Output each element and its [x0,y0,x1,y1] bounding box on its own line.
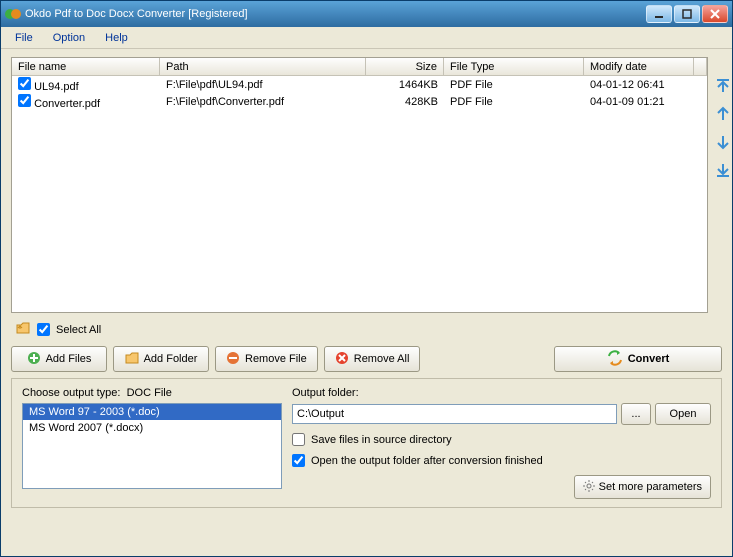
move-up-button[interactable] [714,105,732,123]
browse-button[interactable]: ... [621,403,651,425]
file-table[interactable]: File name Path Size File Type Modify dat… [11,57,708,313]
more-params-button[interactable]: Set more parameters [574,475,711,499]
add-files-button[interactable]: Add Files [11,346,107,372]
convert-label: Convert [628,353,670,365]
app-window: Okdo Pdf to Doc Docx Converter [Register… [0,0,733,557]
reorder-buttons [714,57,732,313]
menu-help[interactable]: Help [97,30,136,46]
action-buttons: Add Files Add Folder Remove File Remove … [11,346,722,372]
output-panel: Choose output type: DOC File MS Word 97 … [11,378,722,508]
table-row[interactable]: Converter.pdf F:\File\pdf\Converter.pdf … [12,93,707,110]
th-date[interactable]: Modify date [584,58,694,75]
minimize-button[interactable] [646,5,672,23]
th-type[interactable]: File Type [444,58,584,75]
add-folder-label: Add Folder [144,353,198,365]
cell-path: F:\File\pdf\UL94.pdf [160,78,366,92]
remove-file-button[interactable]: Remove File [215,346,318,372]
cell-path: F:\File\pdf\Converter.pdf [160,95,366,109]
cell-name: Converter.pdf [34,98,100,110]
convert-icon [607,350,623,369]
select-all-row: Select All [11,319,722,340]
cell-name: UL94.pdf [34,81,79,93]
open-after-checkbox[interactable] [292,454,305,467]
cell-type: PDF File [444,95,584,109]
menu-file[interactable]: File [7,30,41,46]
remove-all-label: Remove All [354,353,410,365]
save-in-source-label: Save files in source directory [311,434,452,446]
row-checkbox[interactable] [18,94,31,107]
row-checkbox[interactable] [18,77,31,90]
convert-button[interactable]: Convert [554,346,722,372]
x-icon [335,351,349,368]
th-size[interactable]: Size [366,58,444,75]
table-row[interactable]: UL94.pdf F:\File\pdf\UL94.pdf 1464KB PDF… [12,76,707,93]
format-listbox[interactable]: MS Word 97 - 2003 (*.doc) MS Word 2007 (… [22,403,282,489]
workarea: File name Path Size File Type Modify dat… [1,49,732,556]
open-button[interactable]: Open [655,403,711,425]
add-folder-button[interactable]: Add Folder [113,346,209,372]
output-folder-input[interactable] [292,404,617,424]
table-header: File name Path Size File Type Modify dat… [12,58,707,76]
move-bottom-button[interactable] [714,161,732,179]
window-controls [646,5,728,23]
move-down-button[interactable] [714,133,732,151]
titlebar[interactable]: Okdo Pdf to Doc Docx Converter [Register… [1,1,732,27]
select-all-label: Select All [56,324,101,336]
cell-size: 428KB [366,95,444,109]
more-params-label: Set more parameters [599,481,702,493]
add-files-label: Add Files [46,353,92,365]
folder-icon [125,351,139,368]
th-end [694,58,707,75]
move-top-button[interactable] [714,77,732,95]
th-name[interactable]: File name [12,58,160,75]
minus-icon [226,351,240,368]
cell-date: 04-01-09 01:21 [584,95,694,109]
th-path[interactable]: Path [160,58,366,75]
menubar: File Option Help [1,27,732,49]
open-after-label: Open the output folder after conversion … [311,455,543,467]
cell-date: 04-01-12 06:41 [584,78,694,92]
gear-icon [583,480,595,495]
output-folder-label: Output folder: [292,387,711,399]
output-type-label: Choose output type: DOC File [22,387,282,399]
cell-size: 1464KB [366,78,444,92]
cell-type: PDF File [444,78,584,92]
close-button[interactable] [702,5,728,23]
plus-icon [27,351,41,368]
client-area: File Option Help File name Path Size Fil… [1,27,732,556]
window-title: Okdo Pdf to Doc Docx Converter [Register… [25,8,646,20]
app-icon [5,6,21,22]
remove-file-label: Remove File [245,353,307,365]
up-folder-icon[interactable] [15,321,31,338]
list-item[interactable]: MS Word 97 - 2003 (*.doc) [23,404,281,420]
list-item[interactable]: MS Word 2007 (*.docx) [23,420,281,436]
maximize-button[interactable] [674,5,700,23]
menu-option[interactable]: Option [45,30,93,46]
save-in-source-checkbox[interactable] [292,433,305,446]
remove-all-button[interactable]: Remove All [324,346,421,372]
select-all-checkbox[interactable] [37,323,50,336]
